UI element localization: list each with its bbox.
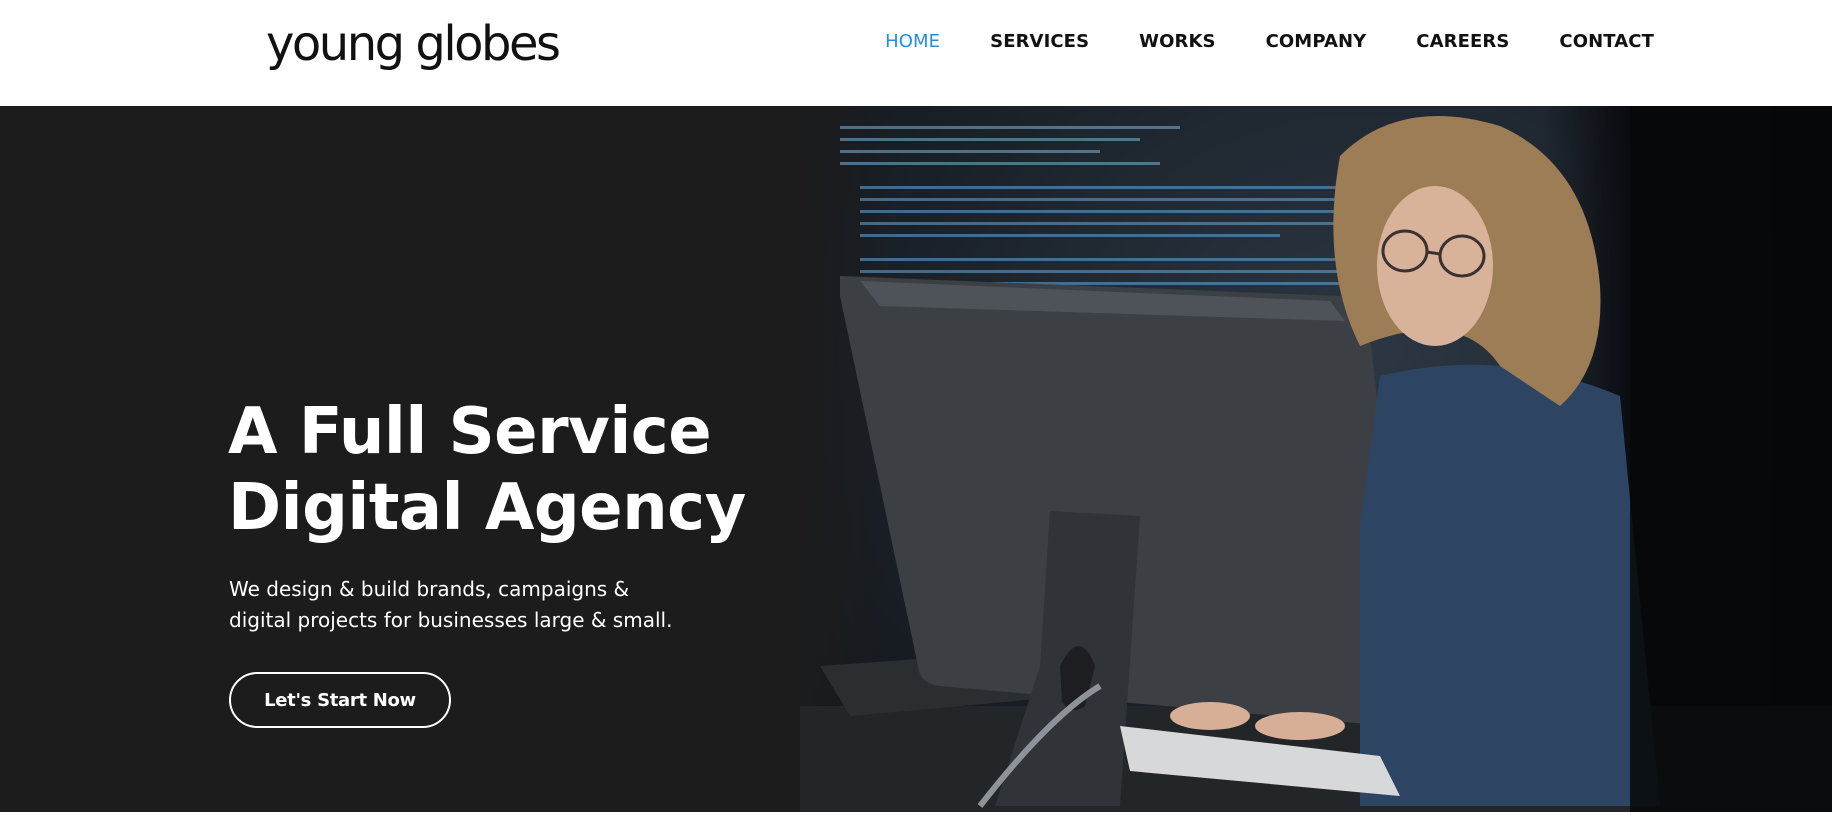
nav-works[interactable]: WORKS — [1139, 28, 1215, 56]
woman-face — [1377, 186, 1493, 346]
hero-section: A Full Service Digital Agency We design … — [0, 106, 1832, 812]
hero-subtitle-line-2: digital projects for businesses large & … — [229, 608, 673, 632]
nav-company[interactable]: COMPANY — [1266, 28, 1367, 56]
hero-title-line-2: Digital Agency — [228, 471, 746, 545]
code-lines-decoration — [840, 126, 1420, 285]
left-hand — [1170, 702, 1250, 730]
nav-home[interactable]: HOME — [885, 28, 940, 56]
woman-shirt — [1360, 364, 1660, 806]
hero-image — [800, 106, 1832, 812]
woman-at-computer-illustration — [800, 106, 1832, 812]
hero-title-line-1: A Full Service — [228, 395, 712, 469]
lets-start-now-button[interactable]: Let's Start Now — [229, 672, 451, 728]
nav-contact[interactable]: CONTACT — [1559, 28, 1654, 56]
hero-subtitle-line-1: We design & build brands, campaigns & — [229, 577, 630, 601]
nav-services[interactable]: SERVICES — [990, 28, 1089, 56]
nav-careers[interactable]: CAREERS — [1416, 28, 1509, 56]
main-nav: HOME SERVICES WORKS COMPANY CAREERS CONT… — [835, 28, 1654, 56]
right-hand — [1255, 712, 1345, 740]
hero-subtitle: We design & build brands, campaigns & di… — [229, 574, 749, 636]
hero-title: A Full Service Digital Agency — [228, 394, 848, 546]
site-header: young globes HOME SERVICES WORKS COMPANY… — [0, 0, 1832, 106]
logo[interactable]: young globes — [266, 14, 561, 74]
